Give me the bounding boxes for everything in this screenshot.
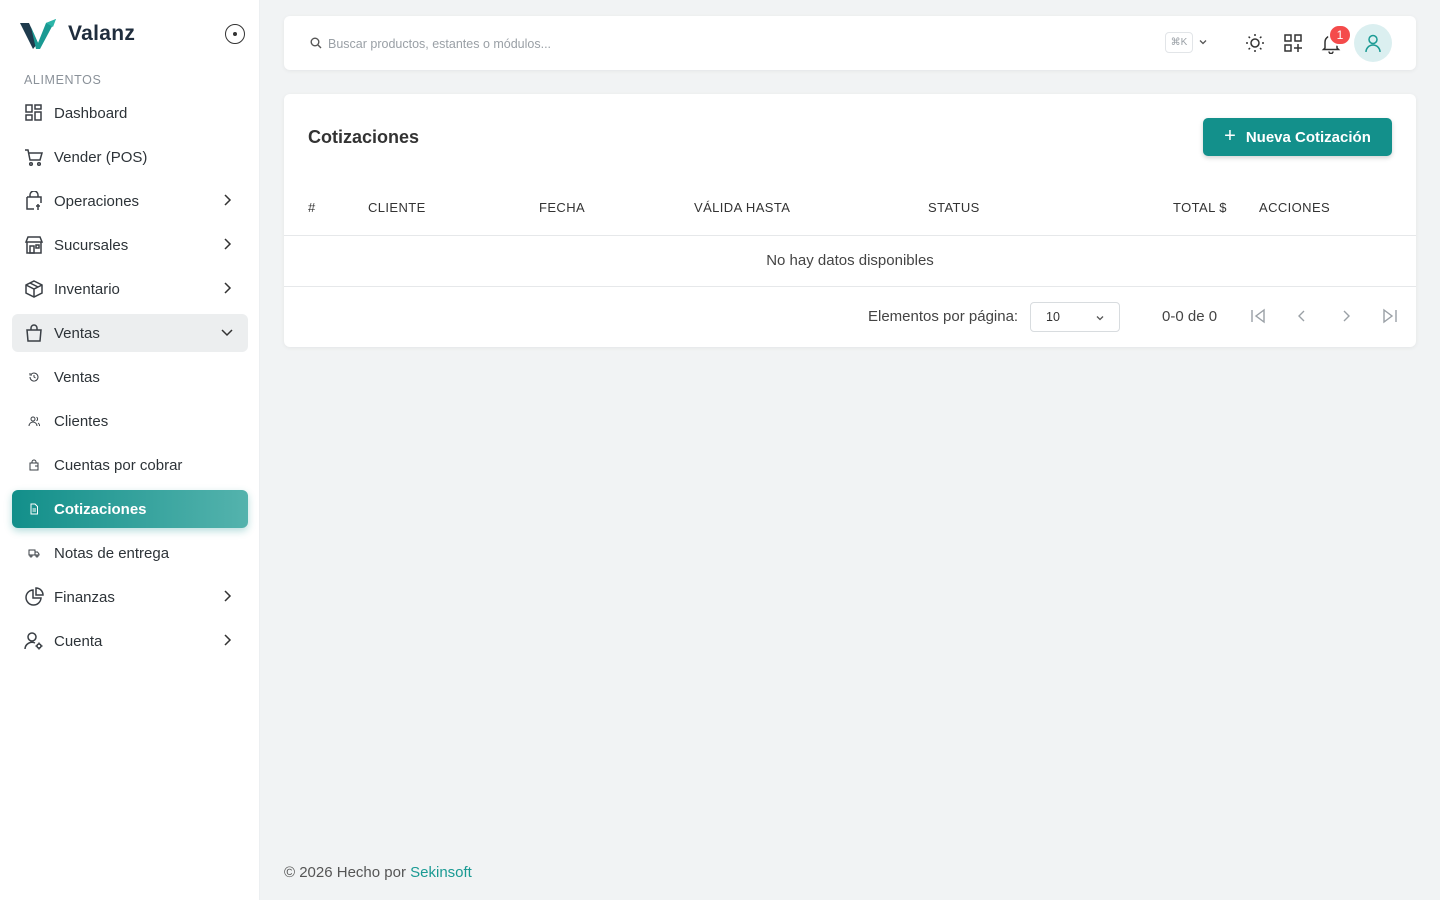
chevron-down-icon xyxy=(221,329,233,337)
history-icon xyxy=(24,367,44,387)
next-page-icon[interactable] xyxy=(1337,307,1355,325)
quotes-card: Cotizaciones + Nueva Cotización # CLIENT… xyxy=(284,94,1416,347)
shortcut-hint: ⌘K xyxy=(1165,32,1193,53)
pagination-range: 0-0 de 0 xyxy=(1162,308,1218,325)
sidebar-item-finanzas[interactable]: Finanzas xyxy=(12,578,248,616)
brand[interactable]: Valanz xyxy=(20,16,135,52)
sidebar-nav: Dashboard Vender (POS) Operaciones Sucur… xyxy=(12,94,248,666)
sidebar-item-label: Ventas xyxy=(54,324,100,342)
sidebar-item-label: Operaciones xyxy=(54,192,140,210)
chevron-right-icon xyxy=(224,282,232,294)
column-header-acciones: ACCIONES xyxy=(1259,200,1331,215)
sidebar-item-label: Ventas xyxy=(54,368,100,386)
table-divider xyxy=(284,286,1416,287)
avatar[interactable] xyxy=(1354,24,1392,62)
user-icon xyxy=(1365,34,1381,53)
dashboard-icon xyxy=(24,103,44,123)
sidebar-item-ventas-group[interactable]: Ventas xyxy=(12,314,248,352)
search-input[interactable] xyxy=(328,33,928,55)
empty-table-message: No hay datos disponibles xyxy=(766,252,934,269)
sidebar-item-notas-de-entrega[interactable]: Notas de entrega xyxy=(12,534,248,572)
notification-badge: 1 xyxy=(1328,24,1352,46)
chevron-down-icon xyxy=(1096,316,1104,321)
theme-toggle-icon[interactable] xyxy=(1244,32,1266,54)
apps-icon[interactable] xyxy=(1282,32,1304,54)
wallet-icon xyxy=(24,455,44,475)
footer: © 2026 Hecho por Sekinsoft xyxy=(284,864,472,881)
sidebar-item-label: Dashboard xyxy=(54,104,128,122)
page-size-label: Elementos por página: xyxy=(868,308,1019,325)
chevron-right-icon xyxy=(224,194,232,206)
sidebar-item-label: Cuentas por cobrar xyxy=(54,456,183,474)
column-header-cliente[interactable]: CLIENTE xyxy=(368,200,426,215)
sidebar-item-cuenta[interactable]: Cuenta xyxy=(12,622,248,660)
document-icon xyxy=(24,499,44,519)
sidebar-item-label: Notas de entrega xyxy=(54,544,170,562)
users-icon xyxy=(24,411,44,431)
sidebar-item-pos[interactable]: Vender (POS) xyxy=(12,138,248,176)
column-header-status[interactable]: STATUS xyxy=(928,200,980,215)
column-header-number[interactable]: # xyxy=(308,200,316,215)
first-page-icon[interactable] xyxy=(1249,307,1267,325)
sidebar-item-dashboard[interactable]: Dashboard xyxy=(12,94,248,132)
new-quote-button[interactable]: + Nueva Cotización xyxy=(1203,118,1392,156)
cart-icon xyxy=(24,147,44,167)
table-divider xyxy=(284,235,1416,236)
plus-icon: + xyxy=(1224,124,1236,147)
shopping-bag-icon xyxy=(24,323,44,343)
sidebar-item-clientes[interactable]: Clientes xyxy=(12,402,248,440)
sidebar-item-label: Vender (POS) xyxy=(54,148,148,166)
user-settings-icon xyxy=(24,631,44,651)
pie-chart-icon xyxy=(24,587,44,607)
search-icon xyxy=(310,37,322,49)
valanz-logo xyxy=(20,19,56,49)
brand-name: Valanz xyxy=(68,22,136,45)
sidebar-item-ventas[interactable]: Ventas xyxy=(12,358,248,396)
chevron-right-icon xyxy=(224,590,232,602)
column-header-fecha[interactable]: FECHA xyxy=(539,200,585,215)
sidebar-item-inventario[interactable]: Inventario xyxy=(12,270,248,308)
sidebar-section-title: ALIMENTOS xyxy=(24,73,102,87)
sidebar-item-cuentas-por-cobrar[interactable]: Cuentas por cobrar xyxy=(12,446,248,484)
page-size-value: 10 xyxy=(1046,310,1060,324)
store-icon xyxy=(24,235,44,255)
previous-page-icon[interactable] xyxy=(1293,307,1311,325)
sidebar-item-label: Cuenta xyxy=(54,632,103,650)
sidebar-item-label: Inventario xyxy=(54,280,120,298)
chevron-right-icon xyxy=(224,238,232,250)
column-header-valida-hasta[interactable]: VÁLIDA HASTA xyxy=(694,200,790,215)
sidebar-item-label: Finanzas xyxy=(54,588,115,606)
footer-link[interactable]: Sekinsoft xyxy=(410,864,472,881)
sidebar-item-sucursales[interactable]: Sucursales xyxy=(12,226,248,264)
sidebar-item-operaciones[interactable]: Operaciones xyxy=(12,182,248,220)
last-page-icon[interactable] xyxy=(1381,307,1399,325)
sidebar-item-label: Sucursales xyxy=(54,236,129,254)
sidebar-item-cotizaciones[interactable]: Cotizaciones xyxy=(12,490,248,528)
operations-icon xyxy=(24,191,44,211)
sidebar: Valanz ALIMENTOS Dashboard Vender (POS) … xyxy=(0,0,260,900)
sidebar-item-label: Clientes xyxy=(54,412,109,430)
topbar: ⌘K 1 xyxy=(284,16,1416,70)
column-header-total[interactable]: TOTAL $ xyxy=(1173,200,1227,215)
chevron-right-icon xyxy=(224,634,232,646)
sidebar-toggle-icon[interactable] xyxy=(225,24,245,44)
page-size-select[interactable]: 10 xyxy=(1030,302,1120,332)
sidebar-item-label: Cotizaciones xyxy=(54,500,147,518)
footer-text: © 2026 Hecho por xyxy=(284,864,411,881)
chevron-down-icon[interactable] xyxy=(1198,37,1208,47)
new-quote-label: Nueva Cotización xyxy=(1245,128,1371,146)
box-icon xyxy=(24,279,44,299)
truck-icon xyxy=(24,543,44,563)
page-title: Cotizaciones xyxy=(308,127,420,147)
